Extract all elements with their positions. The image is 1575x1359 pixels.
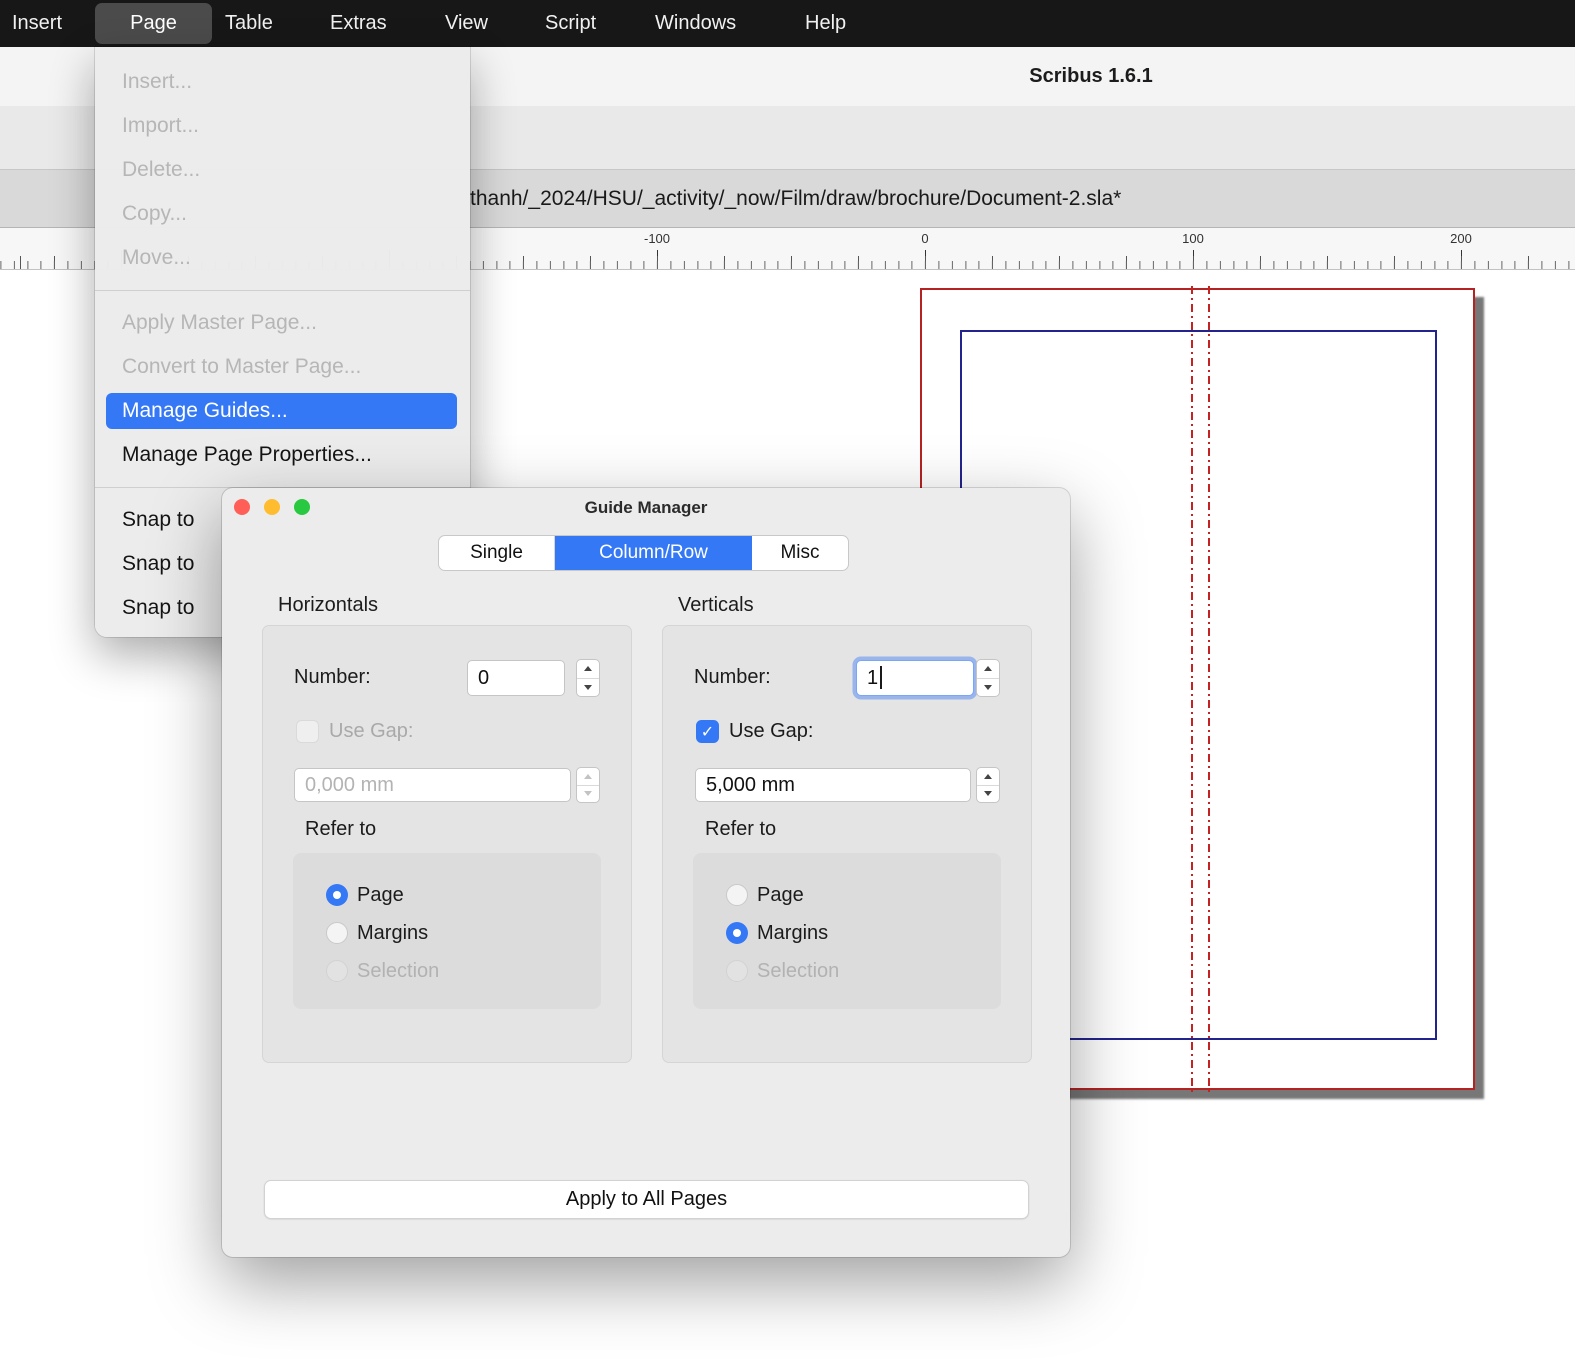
ruler-label: -100 (644, 231, 670, 246)
menu-item-manage-guides-label: Manage Guides... (106, 393, 457, 429)
v-gap-input[interactable] (695, 768, 971, 802)
menu-extras[interactable]: Extras (330, 0, 387, 47)
scribus-app-window: Scribus 1.6.1 ⋮ Normal (0, 0, 1575, 1359)
vertical-column-guide[interactable] (1191, 286, 1193, 1092)
h-radio-selection (326, 960, 348, 982)
guide-manager-tabs: Single Column/Row Misc (438, 535, 849, 571)
v-number-label: Number: (694, 666, 771, 689)
document-path: thanh/_2024/HSU/_activity/_now/Film/draw… (470, 170, 1121, 227)
menu-bar: Insert Page Table Extras View Script Win… (0, 0, 1575, 47)
close-button[interactable] (234, 499, 250, 515)
v-number-stepper (976, 659, 1000, 697)
h-radio-page[interactable] (326, 884, 348, 906)
h-gap-input (294, 768, 571, 802)
app-title: Scribus 1.6.1 (1029, 47, 1152, 106)
menu-insert[interactable]: Insert (12, 0, 62, 47)
dialog-title: Guide Manager (585, 488, 708, 528)
horizontals-title: Horizontals (278, 594, 378, 617)
menu-view[interactable]: View (445, 0, 488, 47)
stepper-down-icon[interactable] (977, 786, 999, 803)
v-number-input[interactable] (856, 660, 974, 696)
menu-windows[interactable]: Windows (655, 0, 736, 47)
horizontals-panel: Number: Use Gap: Refer to Page (262, 625, 632, 1063)
h-radio-selection-label: Selection (357, 959, 439, 983)
tab-misc[interactable]: Misc (752, 536, 848, 570)
menu-script[interactable]: Script (545, 0, 596, 47)
ruler-label: 0 (921, 231, 928, 246)
v-radio-selection-label: Selection (757, 959, 839, 983)
h-radio-page-label: Page (357, 883, 404, 907)
v-use-gap-checkbox[interactable]: ✓ (696, 720, 719, 743)
guide-manager-dialog: Guide Manager Single Column/Row Misc Hor… (222, 488, 1070, 1257)
h-gap-stepper (576, 767, 600, 803)
tab-column-row[interactable]: Column/Row (555, 536, 752, 570)
v-radio-page-label: Page (757, 883, 804, 907)
v-refer-to-group: Page Margins Selection (693, 853, 1001, 1009)
h-number-stepper (576, 659, 600, 697)
h-use-gap-label: Use Gap: (329, 720, 413, 743)
stepper-down-icon (577, 786, 599, 803)
menu-item-delete-page: Delete... (95, 148, 470, 192)
zoom-button[interactable] (294, 499, 310, 515)
h-refer-to-group: Page Margins Selection (293, 853, 601, 1009)
menu-item-manage-page-properties[interactable]: Manage Page Properties... (95, 433, 470, 477)
menu-item-manage-guides[interactable]: Manage Guides... (95, 389, 470, 433)
v-radio-selection (726, 960, 748, 982)
v-radio-margins-label: Margins (757, 921, 828, 945)
ruler-label: 100 (1182, 231, 1204, 246)
v-radio-page[interactable] (726, 884, 748, 906)
ruler-label: 200 (1450, 231, 1472, 246)
stepper-down-icon[interactable] (977, 679, 999, 697)
menu-page[interactable]: Page (95, 3, 212, 44)
text-caret (880, 666, 882, 689)
stepper-up-icon[interactable] (977, 768, 999, 786)
h-refer-to-label: Refer to (305, 818, 376, 841)
menu-help[interactable]: Help (805, 0, 846, 47)
v-refer-to-label: Refer to (705, 818, 776, 841)
v-gap-stepper (976, 767, 1000, 803)
menu-item-apply-master-page: Apply Master Page... (95, 301, 470, 345)
h-number-label: Number: (294, 666, 371, 689)
tab-single[interactable]: Single (439, 536, 555, 570)
stepper-up-icon (577, 768, 599, 786)
minimize-button[interactable] (264, 499, 280, 515)
menu-separator (95, 290, 470, 291)
verticals-title: Verticals (678, 594, 754, 617)
vertical-column-guide[interactable] (1208, 286, 1210, 1092)
menu-item-copy-page: Copy... (95, 192, 470, 236)
apply-to-all-pages-button[interactable]: Apply to All Pages (264, 1180, 1029, 1219)
verticals-panel: Number: ✓ Use Gap: Refer to Page (662, 625, 1032, 1063)
v-radio-margins[interactable] (726, 922, 748, 944)
menu-item-insert-page: Insert... (95, 60, 470, 104)
h-number-input[interactable] (467, 660, 565, 696)
h-use-gap-checkbox (296, 720, 319, 743)
stepper-down-icon[interactable] (577, 679, 599, 697)
menu-item-move-page: Move... (95, 236, 470, 280)
menu-table[interactable]: Table (225, 0, 273, 47)
stepper-up-icon[interactable] (577, 660, 599, 679)
stepper-up-icon[interactable] (977, 660, 999, 679)
h-radio-margins[interactable] (326, 922, 348, 944)
dialog-titlebar[interactable]: Guide Manager (222, 488, 1070, 526)
v-use-gap-label: Use Gap: (729, 720, 813, 743)
h-radio-margins-label: Margins (357, 921, 428, 945)
menu-item-import-page: Import... (95, 104, 470, 148)
menu-item-convert-to-master-page: Convert to Master Page... (95, 345, 470, 389)
